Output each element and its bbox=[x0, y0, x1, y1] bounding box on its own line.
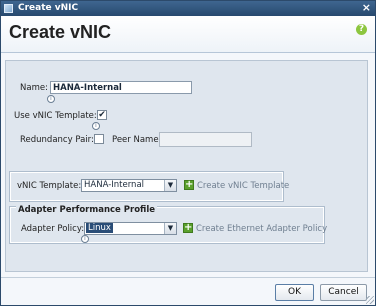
add-icon[interactable]: + bbox=[183, 223, 193, 233]
adapter-profile-title: Adapter Performance Profile bbox=[16, 205, 158, 215]
adapter-policy-value: Linux bbox=[86, 223, 113, 233]
page-title: Create vNIC bbox=[9, 22, 112, 42]
vnic-template-value: HANA-Internal bbox=[84, 180, 145, 190]
chevron-down-icon[interactable]: ▼ bbox=[164, 223, 176, 234]
form-panel: Name: HANA-Internal i Use vNIC Template:… bbox=[5, 60, 368, 272]
resize-grip[interactable] bbox=[366, 296, 374, 304]
check-icon: ✔ bbox=[98, 110, 106, 120]
footer-divider bbox=[1, 277, 375, 278]
close-icon[interactable]: × bbox=[362, 2, 371, 14]
dialog-header: Create vNIC ? bbox=[1, 16, 375, 53]
adapter-policy-info-icon[interactable]: i bbox=[81, 235, 89, 243]
create-ethernet-adapter-policy-link[interactable]: Create Ethernet Adapter Policy bbox=[196, 224, 327, 234]
chevron-down-icon[interactable]: ▼ bbox=[164, 180, 176, 191]
window-icon bbox=[4, 4, 13, 13]
use-template-label: Use vNIC Template: bbox=[14, 111, 97, 121]
redundancy-pair-label: Redundancy Pair: bbox=[20, 135, 94, 145]
title-bar[interactable]: Create vNIC × bbox=[1, 1, 375, 16]
add-icon[interactable]: + bbox=[184, 180, 194, 190]
use-template-checkbox[interactable]: ✔ bbox=[97, 110, 107, 120]
adapter-performance-profile-group: Adapter Performance Profile Adapter Poli… bbox=[9, 205, 327, 244]
cancel-button[interactable]: Cancel bbox=[320, 284, 367, 301]
redundancy-pair-checkbox[interactable] bbox=[94, 134, 104, 144]
create-vnic-dialog: Create vNIC × Create vNIC ? Name: HANA-I… bbox=[0, 0, 376, 306]
name-label: Name: bbox=[20, 83, 48, 93]
adapter-policy-label: Adapter Policy: bbox=[21, 224, 85, 234]
vnic-template-select[interactable]: HANA-Internal ▼ bbox=[81, 179, 177, 192]
help-icon[interactable]: ? bbox=[356, 24, 367, 35]
vnic-template-group: vNIC Template: HANA-Internal ▼ + Create … bbox=[9, 171, 289, 202]
ok-button[interactable]: OK bbox=[275, 284, 314, 301]
peer-name-field[interactable] bbox=[159, 132, 252, 147]
adapter-policy-select[interactable]: Linux ▼ bbox=[84, 222, 177, 235]
peer-name-label: Peer Name: bbox=[112, 135, 162, 145]
name-info-icon[interactable]: i bbox=[47, 95, 55, 103]
vnic-template-label: vNIC Template: bbox=[17, 181, 82, 191]
use-template-info-icon[interactable]: i bbox=[92, 122, 100, 130]
window-title: Create vNIC bbox=[18, 3, 79, 13]
create-vnic-template-link[interactable]: Create vNIC Template bbox=[197, 181, 289, 191]
name-field[interactable]: HANA-Internal bbox=[50, 81, 192, 94]
